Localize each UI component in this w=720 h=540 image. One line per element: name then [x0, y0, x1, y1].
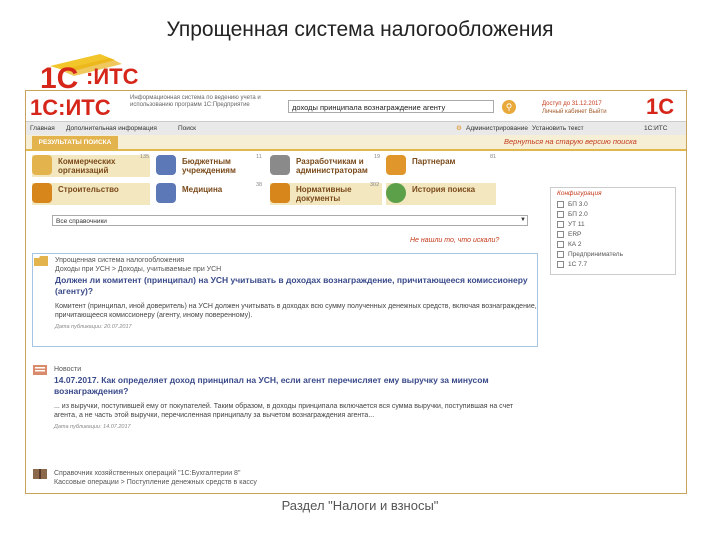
search-result[interactable]: Справочник хозяйственных операций "1С:Бу…: [32, 467, 536, 493]
checkbox[interactable]: [557, 251, 564, 258]
checkbox[interactable]: [557, 201, 564, 208]
checkbox[interactable]: [557, 231, 564, 238]
developer-icon: [270, 155, 290, 175]
tab-search-results[interactable]: РЕЗУЛЬТАТЫ ПОИСКА: [32, 136, 118, 149]
result-title[interactable]: Должен ли комитент (принципал) на УСН уч…: [33, 275, 537, 297]
user-links[interactable]: Личный кабинет Выйти: [542, 109, 607, 115]
slide-title: Упрощенная система налогообложения: [166, 18, 554, 41]
results-tabbar: РЕЗУЛЬТАТЫ ПОИСКА Вернуться на старую ве…: [26, 135, 686, 151]
config-option-label: КА 2: [568, 241, 582, 249]
1c-logo: 1С: [646, 94, 674, 117]
search-result[interactable]: Новости 14.07.2017. Как определяет доход…: [32, 363, 536, 451]
category-budget[interactable]: Бюджетным учреждениям 11: [156, 154, 274, 177]
category-normative[interactable]: Нормативные документы 302: [270, 182, 382, 205]
checkbox[interactable]: [557, 221, 564, 228]
search-result[interactable]: Упрощенная система налогообложения Доход…: [32, 253, 538, 347]
header-description: Информационная система по ведению учета …: [130, 95, 261, 108]
construction-icon: [32, 183, 52, 203]
result-title[interactable]: 14.07.2017. Как определяет доход принцип…: [32, 375, 536, 397]
category-construction[interactable]: Строительство: [32, 183, 150, 205]
category-count: 81: [490, 154, 497, 160]
menu-item-set-text[interactable]: Установить текст: [532, 122, 584, 135]
its-logo[interactable]: 1С:ИТС: [30, 93, 122, 119]
config-option-label: Предприниматель: [568, 251, 623, 259]
menu-item-additional-info[interactable]: Дополнительная информация: [66, 122, 157, 135]
config-option[interactable]: БП 2.0: [557, 211, 588, 218]
svg-text:1С:ИТС: 1С:ИТС: [30, 95, 111, 119]
category-medicine[interactable]: Медицина 38: [156, 182, 274, 205]
category-label: История поиска: [412, 185, 476, 194]
checkbox[interactable]: [557, 241, 564, 248]
configuration-panel: Конфигурация БП 3.0 БП 2.0 УТ 11 ERP КА …: [550, 187, 676, 275]
config-option-label: ERP: [568, 231, 582, 239]
config-option[interactable]: ERP: [557, 231, 581, 238]
news-icon: [33, 365, 47, 375]
result-source[interactable]: Новости: [32, 365, 536, 374]
checkbox[interactable]: [557, 261, 564, 268]
search-icon[interactable]: ⚲: [502, 100, 516, 114]
partners-icon: [386, 155, 406, 175]
search-input[interactable]: доходы принципала вознаграждение агенту: [288, 100, 494, 113]
category-label: Строительство: [58, 185, 119, 194]
category-count: 135: [140, 154, 150, 160]
category-label: Бюджетным учреждениям: [182, 157, 236, 175]
result-snippet: Комитент (принципал, иной доверитель) на…: [55, 303, 537, 319]
svg-text:1С: 1С: [646, 94, 674, 117]
return-old-search-link[interactable]: Вернуться на старую версию поиска: [504, 137, 637, 146]
category-label: Нормативные документы: [296, 185, 352, 203]
directory-select[interactable]: Все справочники: [52, 215, 528, 226]
category-history[interactable]: История поиска: [386, 183, 496, 205]
checkbox[interactable]: [557, 211, 564, 218]
config-option-label: 1С 7.7: [568, 261, 588, 269]
app-header: 1С:ИТС Информационная система по ведению…: [26, 91, 686, 121]
1c-its-logo: 1С :ИТС: [40, 54, 139, 92]
config-option-label: УТ 11: [568, 221, 585, 229]
medicine-icon: [156, 183, 176, 203]
config-option[interactable]: УТ 11: [557, 221, 585, 228]
result-date: Дата публикации: 14.07.2017: [54, 424, 131, 430]
category-developers[interactable]: Разработчикам и администраторам 19: [270, 154, 382, 177]
category-count: 38: [256, 182, 263, 188]
category-label: Коммерческих организаций: [58, 157, 116, 175]
config-option-label: БП 2.0: [568, 211, 588, 219]
slide-footer: Раздел "Налоги и взносы": [281, 498, 439, 513]
book-icon: [33, 469, 47, 479]
top-menubar: Главная Дополнительная информация Поиск …: [26, 121, 686, 136]
category-count: 11: [256, 154, 262, 160]
svg-text:1С: 1С: [40, 62, 78, 92]
screenshot-frame: 1С:ИТС Информационная система по ведению…: [25, 90, 687, 494]
config-option[interactable]: БП 3.0: [557, 201, 588, 208]
coins-icon: [32, 155, 52, 175]
svg-text::ИТС: :ИТС: [86, 64, 139, 89]
config-option[interactable]: КА 2: [557, 241, 582, 248]
access-info: Доступ до 31.12.2017: [542, 101, 602, 107]
folder-icon: [34, 256, 48, 266]
result-snippet: ... из выручки, поступившей ему от покуп…: [54, 403, 514, 419]
category-commercial[interactable]: Коммерческих организаций 135: [32, 154, 150, 177]
menu-item-home[interactable]: Главная: [30, 122, 55, 135]
config-option[interactable]: Предприниматель: [557, 251, 623, 258]
category-count: 19: [374, 154, 381, 160]
budget-chart-icon: [156, 155, 176, 175]
menu-item-admin[interactable]: Администрирование: [466, 122, 528, 135]
result-source[interactable]: Упрощенная система налогообложения Доход…: [33, 256, 537, 274]
category-partners[interactable]: Партнерам 81: [386, 154, 497, 177]
category-count: 302: [370, 182, 380, 188]
config-option-label: БП 3.0: [568, 201, 588, 209]
menu-item-search[interactable]: Поиск: [178, 122, 196, 135]
paragraph-icon: [270, 183, 290, 203]
gear-icon[interactable]: ⚙: [456, 122, 462, 135]
result-date: Дата публикации: 20.07.2017: [55, 324, 132, 330]
clock-icon: [386, 183, 406, 203]
category-label: Медицина: [182, 185, 223, 194]
result-source[interactable]: Справочник хозяйственных операций "1С:Бу…: [32, 469, 536, 487]
config-option[interactable]: 1С 7.7: [557, 261, 587, 268]
menu-item-its[interactable]: 1С:ИТС: [644, 122, 667, 135]
not-found-link[interactable]: Не нашли то, что искали?: [410, 237, 499, 244]
config-title: Конфигурация: [557, 190, 602, 197]
chevron-down-icon[interactable]: ▼: [520, 217, 527, 224]
category-label: Разработчикам и администраторам: [296, 157, 368, 175]
category-label: Партнерам: [412, 157, 456, 166]
